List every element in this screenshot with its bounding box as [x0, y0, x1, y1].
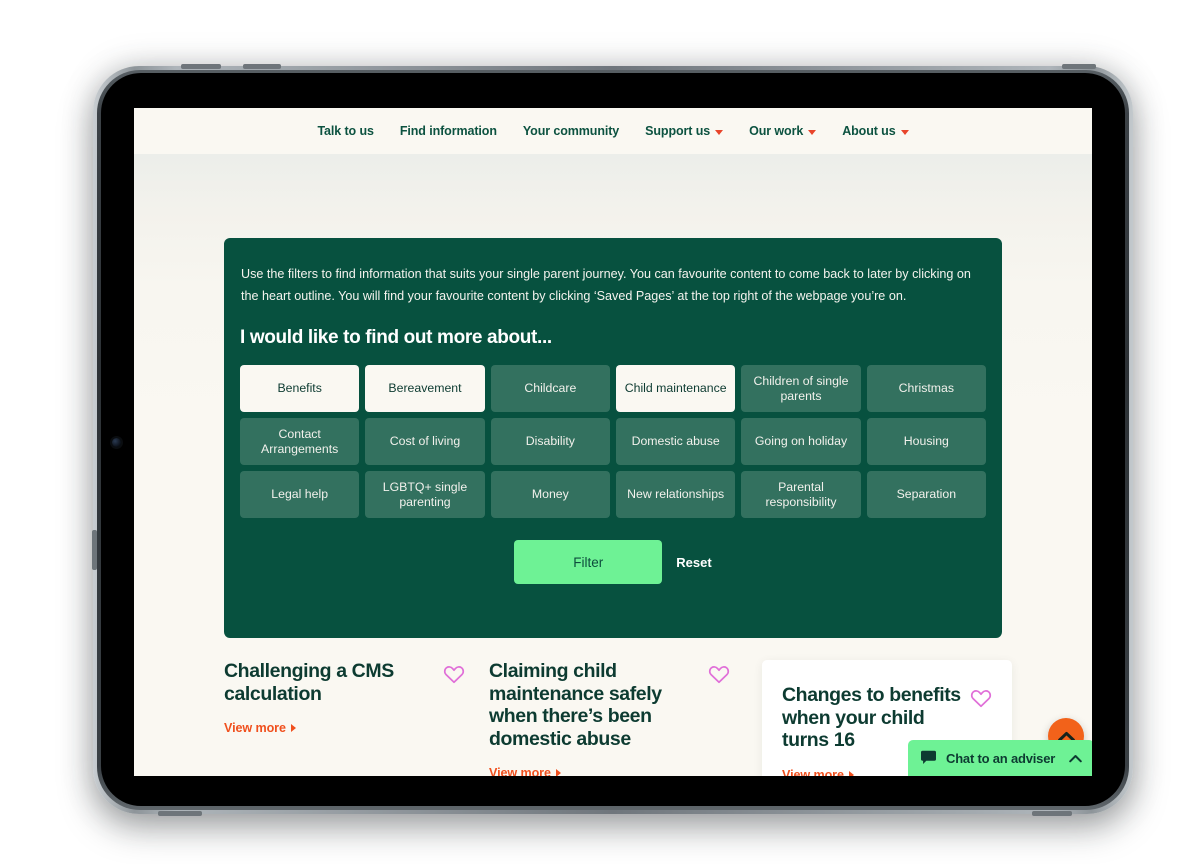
nav-item-your-community[interactable]: Your community — [523, 124, 619, 138]
favourite-button[interactable] — [708, 664, 730, 689]
result-card-title: Challenging a CMS calculation — [224, 660, 394, 705]
device-button-volume-up[interactable] — [181, 64, 221, 69]
filter-chip-benefits[interactable]: Benefits — [240, 365, 360, 413]
chat-widget-button[interactable]: Chat to an adviser — [908, 740, 1092, 776]
view-more-link[interactable]: View more — [489, 766, 561, 776]
chat-widget-label: Chat to an adviser — [946, 750, 1056, 766]
nav-label: About us — [842, 124, 896, 138]
filter-chip-separation[interactable]: Separation — [866, 471, 986, 519]
chevron-down-icon — [808, 129, 817, 135]
filter-chip-disability[interactable]: Disability — [490, 418, 610, 466]
nav-item-talk-to-us[interactable]: Talk to us — [317, 124, 374, 138]
nav-label: Talk to us — [317, 124, 374, 138]
filter-chip-legal-help[interactable]: Legal help — [240, 471, 360, 519]
filter-chip-lgbtq-single-parenting[interactable]: LGBTQ+ single parenting — [365, 471, 485, 519]
nav-label: Support us — [645, 124, 711, 138]
nav-item-our-work[interactable]: Our work — [749, 124, 817, 138]
filter-chip-domestic-abuse[interactable]: Domestic abuse — [616, 418, 736, 466]
filter-chip-bereavement[interactable]: Bereavement — [365, 365, 485, 413]
nav-label: Find information — [399, 124, 497, 138]
nav-item-about-us[interactable]: About us — [842, 124, 909, 138]
view-more-label: View more — [782, 767, 844, 776]
filter-chip-housing[interactable]: Housing — [866, 418, 986, 466]
view-more-label: View more — [489, 766, 551, 776]
result-card-title: Claiming child maintenance safely when t… — [489, 660, 662, 750]
nav-label: Your community — [522, 124, 620, 138]
device-port-bottom-right — [1032, 811, 1072, 816]
chevron-right-icon — [555, 769, 561, 776]
result-card-header: Claiming child maintenance safely when t… — [489, 660, 730, 750]
filter-chip-grid: Benefits Bereavement Childcare Child mainte… — [240, 365, 986, 519]
filter-chip-going-on-holiday[interactable]: Going on holiday — [741, 418, 861, 466]
nav-label: Our work — [749, 124, 804, 138]
filter-chip-christmas[interactable]: Christmas — [866, 365, 986, 413]
device-front-camera-icon — [112, 438, 121, 447]
result-card: Claiming child maintenance safely when t… — [489, 660, 754, 776]
filter-chip-new-relationships[interactable]: New relationships — [616, 471, 736, 519]
speech-bubble-icon — [921, 750, 936, 764]
reset-button[interactable]: Reset — [676, 555, 711, 570]
nav-item-support-us[interactable]: Support us — [645, 124, 724, 138]
chevron-right-icon — [290, 724, 296, 733]
results-list: Challenging a CMS calculation View more Cl… — [224, 660, 1014, 776]
favourite-heart-icon[interactable] — [708, 664, 730, 684]
chevron-down-icon — [715, 129, 724, 135]
chevron-down-icon — [900, 129, 909, 135]
view-more-label: View more — [224, 721, 286, 736]
filter-panel-heading: I would like to find out more about... — [240, 327, 552, 349]
favourite-heart-icon[interactable] — [970, 688, 992, 708]
favourite-button[interactable] — [443, 664, 465, 689]
chevron-right-icon — [848, 770, 854, 776]
result-card: Challenging a CMS calculation View more — [224, 660, 489, 776]
device-button-left-side[interactable] — [92, 530, 97, 570]
page-body: Use the filters to find information that… — [134, 154, 1092, 776]
filter-panel-intro-text: Use the filters to find information that… — [241, 267, 971, 303]
filter-chip-child-maintenance[interactable]: Child maintenance — [616, 365, 736, 413]
view-more-link[interactable]: View more — [782, 768, 854, 776]
filter-panel: Use the filters to find information that… — [224, 238, 1002, 638]
browser-screen: Talk to us Find information Your communi… — [134, 108, 1092, 776]
device-button-power[interactable] — [1062, 64, 1096, 69]
filter-chip-cost-of-living[interactable]: Cost of living — [365, 418, 485, 466]
result-card-header: Challenging a CMS calculation — [224, 660, 465, 705]
view-more-link[interactable]: View more — [224, 721, 296, 735]
filter-chip-contact-arrangements[interactable]: Contact Arrangements — [240, 418, 360, 466]
filter-actions: Filter Reset — [240, 540, 986, 585]
favourite-button[interactable] — [970, 688, 992, 713]
favourite-heart-icon[interactable] — [443, 664, 465, 684]
filter-chip-money[interactable]: Money — [490, 471, 610, 519]
device-port-bottom-left — [158, 811, 202, 816]
device-button-volume-down[interactable] — [243, 64, 281, 69]
screenshot-root: Talk to us Find information Your communi… — [0, 0, 1200, 864]
filter-chip-childcare[interactable]: Childcare — [490, 365, 610, 413]
filter-button[interactable]: Filter — [514, 540, 663, 585]
nav-item-find-information[interactable]: Find information — [400, 124, 497, 138]
filter-chip-children-of-single-parents[interactable]: Children of single parents — [741, 365, 861, 413]
main-navigation: Talk to us Find information Your communi… — [134, 108, 1092, 154]
chevron-up-icon — [1069, 754, 1082, 762]
filter-chip-parental-responsibility[interactable]: Parental responsibility — [741, 471, 861, 519]
